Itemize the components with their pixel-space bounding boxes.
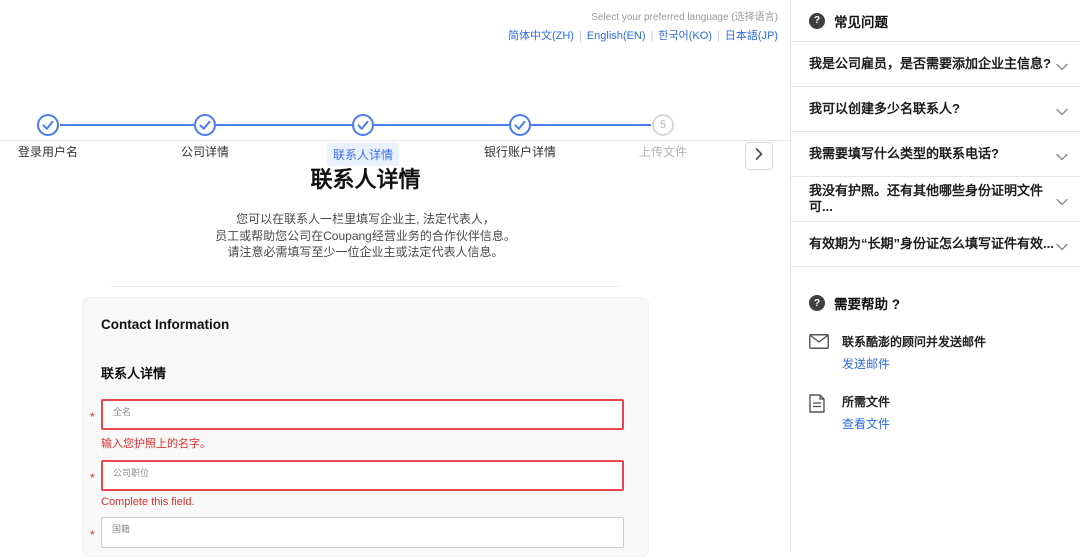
intro-divider bbox=[111, 286, 621, 287]
language-link-zh[interactable]: 简体中文(ZH) bbox=[508, 30, 574, 42]
required-marker: * bbox=[90, 410, 95, 424]
input-label: 公司职位 bbox=[113, 466, 149, 479]
chevron-down-icon bbox=[1056, 97, 1068, 121]
form-fields: * 全名 输入您护照上的名字。 * 公司职位 Complete this fie… bbox=[101, 399, 623, 557]
faq-item-contact-count[interactable]: 我可以创建多少名联系人? bbox=[791, 87, 1080, 132]
help-title: 需要帮助 ? bbox=[834, 293, 900, 313]
company-position-input[interactable]: 公司职位 bbox=[101, 460, 624, 491]
help-header: ? 需要帮助 ? bbox=[809, 293, 1080, 313]
help-text: 联系酷澎的顾问并发送邮件 bbox=[842, 333, 986, 350]
mail-icon bbox=[809, 333, 829, 373]
collapse-sidebar-button[interactable] bbox=[745, 142, 773, 170]
description-line: 请注意必需填写至少一位企业主或法定代表人信息。 bbox=[82, 244, 649, 261]
faq-item-no-passport[interactable]: 我没有护照。还有其他哪些身份证明文件可... bbox=[791, 177, 1080, 222]
chevron-down-icon bbox=[1056, 187, 1068, 211]
input-label: 国籍 bbox=[112, 522, 130, 535]
help-item-documents: 所需文件 查看文件 bbox=[809, 393, 1080, 433]
question-mark-icon: ? bbox=[809, 295, 825, 311]
required-marker: * bbox=[90, 471, 95, 485]
header-divider bbox=[0, 140, 790, 141]
faq-question: 有效期为“长期”身份证怎么填写证件有效... bbox=[809, 236, 1054, 252]
language-link-en[interactable]: English(EN) bbox=[587, 30, 646, 42]
step-company-details[interactable]: 公司详情 bbox=[181, 114, 229, 161]
field-nationality: * 国籍 bbox=[101, 517, 623, 557]
language-selector: Select your preferred language (选择语言) 简体… bbox=[508, 8, 778, 43]
step-login-username[interactable]: 登录用户名 bbox=[18, 114, 78, 161]
faq-item-long-term-id[interactable]: 有效期为“长期”身份证怎么填写证件有效... bbox=[791, 222, 1080, 267]
step-bank-account-details[interactable]: 银行账户详情 bbox=[484, 114, 556, 161]
separator: | bbox=[712, 30, 725, 42]
step-upload-documents[interactable]: 5 上传文件 bbox=[639, 114, 687, 161]
help-text: 所需文件 bbox=[842, 393, 890, 410]
language-link-jp[interactable]: 日本語(JP) bbox=[725, 30, 778, 42]
progress-stepper: 登录用户名 公司详情 联系人详情 银行账户详情 5 上传文件 bbox=[0, 55, 790, 140]
faq-item-owner-info[interactable]: 我是公司雇员，是否需要添加企业主信息? bbox=[791, 42, 1080, 87]
chevron-right-icon bbox=[755, 147, 763, 165]
card-title: Contact Information bbox=[101, 317, 623, 332]
language-link-ko[interactable]: 한국어(KO) bbox=[658, 30, 712, 42]
page-title: 联系人详情 bbox=[82, 162, 649, 194]
field-error: 输入您护照上的名字。 bbox=[101, 435, 623, 451]
nationality-input[interactable]: 国籍 bbox=[101, 517, 624, 548]
help-item-body: 联系酷澎的顾问并发送邮件 发送邮件 bbox=[842, 333, 986, 373]
faq-question: 我没有护照。还有其他哪些身份证明文件可... bbox=[809, 183, 1056, 216]
chevron-down-icon bbox=[1056, 142, 1068, 166]
description-line: 员工或帮助您公司在Coupang经营业务的合作伙伴信息。 bbox=[82, 228, 649, 245]
field-company-position: * 公司职位 Complete this field. bbox=[101, 460, 623, 508]
check-icon bbox=[37, 114, 59, 136]
check-icon bbox=[509, 114, 531, 136]
document-icon bbox=[809, 393, 829, 433]
input-label: 全名 bbox=[113, 405, 131, 418]
view-documents-link[interactable]: 查看文件 bbox=[842, 415, 890, 432]
field-error: Complete this field. bbox=[101, 496, 623, 508]
send-email-link[interactable]: 发送邮件 bbox=[842, 355, 890, 372]
faq-question: 我可以创建多少名联系人? bbox=[809, 101, 960, 117]
contact-information-card: Contact Information 联系人详情 * 全名 输入您护照上的名字… bbox=[82, 297, 649, 557]
page-intro: 联系人详情 您可以在联系人一栏里填写企业主, 法定代表人， 员工或帮助您公司在C… bbox=[82, 162, 649, 287]
faq-header: ? 常见问题 bbox=[791, 0, 1080, 42]
step-label: 银行账户详情 bbox=[484, 143, 556, 160]
language-links: 简体中文(ZH)|English(EN)|한국어(KO)|日本語(JP) bbox=[508, 27, 778, 43]
page-description: 您可以在联系人一栏里填写企业主, 法定代表人， 员工或帮助您公司在Coupang… bbox=[82, 211, 649, 261]
step-label: 公司详情 bbox=[181, 143, 229, 160]
step-number-text: 5 bbox=[660, 119, 666, 131]
description-line: 您可以在联系人一栏里填写企业主, 法定代表人， bbox=[82, 211, 649, 228]
check-icon bbox=[194, 114, 216, 136]
separator: | bbox=[574, 30, 587, 42]
faq-sidebar: ? 常见问题 我是公司雇员，是否需要添加企业主信息? 我可以创建多少名联系人? … bbox=[790, 0, 1080, 551]
required-marker: * bbox=[90, 528, 95, 542]
field-full-name: * 全名 输入您护照上的名字。 bbox=[101, 399, 623, 451]
chevron-down-icon bbox=[1056, 52, 1068, 76]
full-name-input[interactable]: 全名 bbox=[101, 399, 624, 430]
separator: | bbox=[646, 30, 659, 42]
question-mark-icon: ? bbox=[809, 13, 825, 29]
faq-question: 我需要填写什么类型的联系电话? bbox=[809, 146, 999, 162]
help-item-email: 联系酷澎的顾问并发送邮件 发送邮件 bbox=[809, 333, 1080, 373]
step-label: 登录用户名 bbox=[18, 143, 78, 160]
main-panel: Select your preferred language (选择语言) 简体… bbox=[0, 0, 790, 551]
help-section: ? 需要帮助 ? 联系酷澎的顾问并发送邮件 发送邮件 所需文件 查看文件 bbox=[791, 293, 1080, 433]
step-number: 5 bbox=[652, 114, 674, 136]
step-label: 上传文件 bbox=[639, 143, 687, 160]
step-connector bbox=[60, 124, 194, 126]
chevron-down-icon bbox=[1056, 232, 1068, 256]
faq-item-phone-type[interactable]: 我需要填写什么类型的联系电话? bbox=[791, 132, 1080, 177]
section-title: 联系人详情 bbox=[101, 363, 623, 382]
faq-title: 常见问题 bbox=[834, 11, 888, 31]
help-item-body: 所需文件 查看文件 bbox=[842, 393, 890, 433]
check-icon bbox=[352, 114, 374, 136]
faq-question: 我是公司雇员，是否需要添加企业主信息? bbox=[809, 56, 1051, 72]
language-note: Select your preferred language (选择语言) bbox=[508, 8, 778, 23]
